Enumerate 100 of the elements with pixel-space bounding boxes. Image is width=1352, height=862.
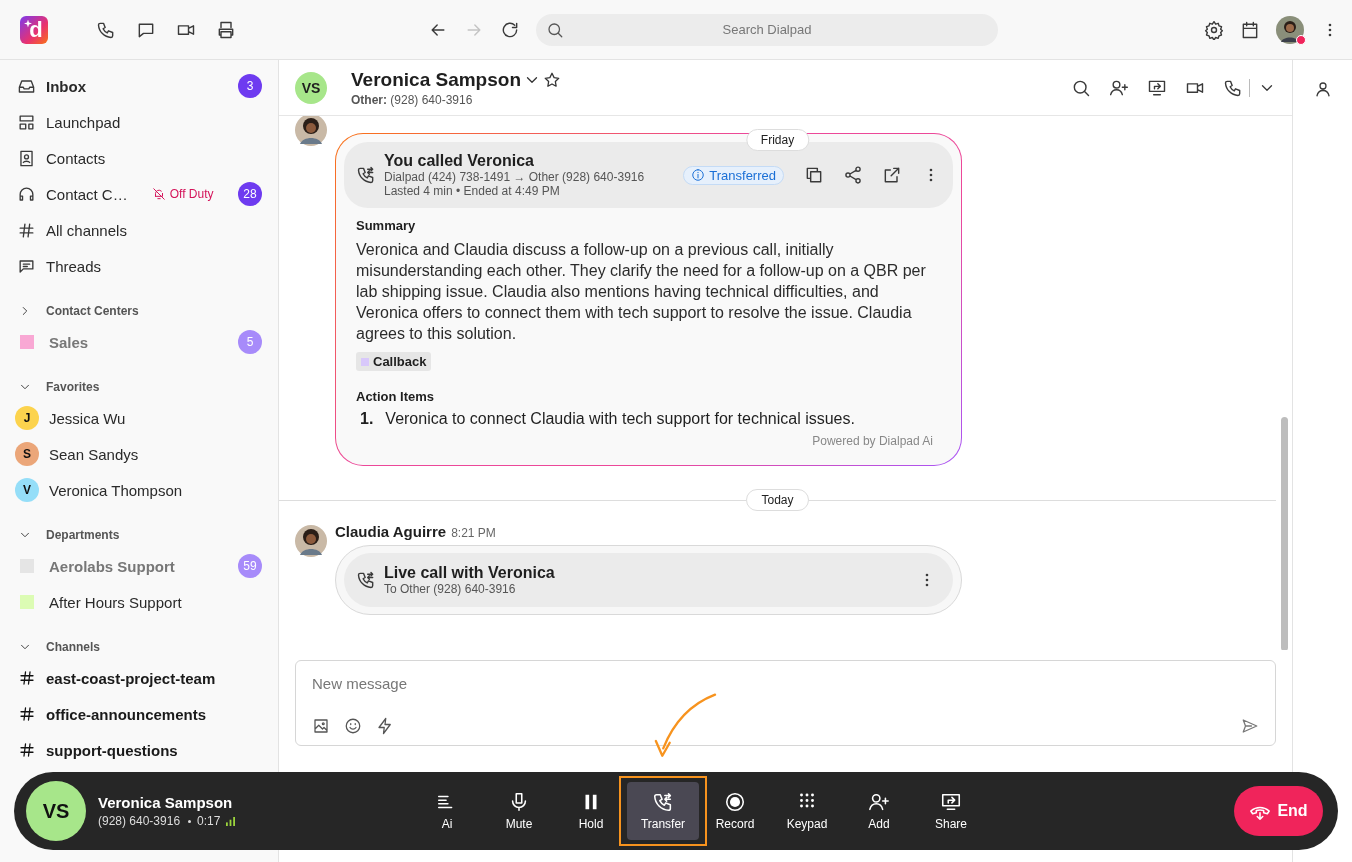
message-time: 8:21 PM (451, 526, 496, 540)
sidebar-item[interactable]: S Sean Sandys (0, 436, 278, 472)
contacts-icon (17, 148, 36, 168)
avatar[interactable] (1276, 15, 1304, 44)
item-label: After Hours Support (49, 593, 182, 611)
initial-avatar: S (15, 442, 39, 466)
send-icon[interactable] (1241, 717, 1259, 735)
section-title: Favorites (46, 380, 100, 394)
add-person-icon (868, 791, 890, 813)
action-item: Veronica to connect Claudia with tech support for technical issues. (385, 410, 855, 428)
settings-icon[interactable] (1204, 19, 1224, 40)
lightning-icon[interactable] (376, 717, 394, 735)
section-title: Departments (46, 528, 120, 542)
item-label: support-questions (46, 741, 178, 759)
badge-label: Transferred (709, 167, 776, 183)
sidebar-item[interactable]: office-announcements (0, 696, 278, 732)
sidebar-item[interactable]: All channels (0, 212, 278, 248)
count-badge: 59 (238, 554, 262, 578)
section-header[interactable]: Channels (0, 634, 278, 660)
date-label: Friday (745, 129, 810, 151)
item-label: east-coast-project-team (46, 669, 216, 687)
section-header[interactable]: Contact Centers (0, 298, 278, 324)
star-icon[interactable] (543, 70, 561, 89)
sidebar-item[interactable]: V Veronica Thompson (0, 472, 278, 508)
sender-name: Claudia Aguirre (335, 523, 447, 540)
share-icon[interactable] (843, 165, 863, 185)
section-header[interactable]: Favorites (0, 374, 278, 400)
sidebar-item[interactable]: Inbox 3 (0, 68, 278, 104)
item-label: Contact C… (46, 185, 128, 203)
item-label: Sales (49, 333, 89, 351)
section-title: Channels (46, 640, 100, 654)
sidebar-item[interactable]: After Hours Support (0, 584, 278, 620)
call-number: To Other (928) 640-3916 (384, 582, 517, 596)
record-icon (724, 791, 746, 813)
initial-avatar: J (15, 406, 39, 430)
call-control-button[interactable]: Keypad (771, 782, 843, 840)
copy-icon[interactable] (804, 165, 824, 185)
summary-text: Veronica and Claudia discuss a follow-up on a previous call, initially misunderstanding each other. They clarify the need for a follow-up on a QBR per lab shipping issue. Claudia also mentions having technical difficulties, and Veronica offers to connect them with tech support to resolve the issue. Claudia agrees to this solution. (356, 240, 927, 344)
live-call-card[interactable]: Live call with Veronica To Other (928) 640-3916 (335, 545, 962, 615)
sidebar-item[interactable]: Sales 5 (0, 324, 278, 360)
tag-label: Callback (373, 354, 427, 369)
item-label: Contacts (46, 149, 106, 167)
item-label: Veronica Thompson (49, 481, 183, 499)
sidebar-item[interactable]: Contacts (0, 140, 278, 176)
call-control-button[interactable]: Ai (411, 782, 483, 840)
hash-icon (18, 669, 36, 687)
section-header[interactable]: Departments (0, 522, 278, 548)
contact-number: Other: (928) 640-3916 (351, 92, 474, 107)
sidebar-item[interactable]: Aerolabs Support 59 (0, 548, 278, 584)
call-title: You called Veronica (384, 152, 535, 170)
transfer-icon (652, 791, 674, 813)
contact-name[interactable]: Veronica Sampson (351, 68, 521, 91)
signal-icon (226, 816, 236, 826)
emoji-icon[interactable] (344, 717, 362, 735)
image-icon[interactable] (312, 717, 330, 735)
end-call-button[interactable]: End (1234, 786, 1323, 836)
app-logo[interactable]: d (20, 15, 48, 44)
section-title: Contact Centers (46, 304, 139, 318)
call-timer: 0:17 (197, 814, 221, 828)
count-badge: 3 (238, 74, 262, 98)
sidebar-item[interactable]: support-questions (0, 732, 278, 768)
scrollbar[interactable] (1281, 417, 1288, 650)
sidebar-item[interactable]: J Jessica Wu (0, 400, 278, 436)
caller-avatar: VS (26, 781, 86, 841)
headset-icon (17, 184, 36, 204)
call-control-button[interactable]: Share (915, 782, 987, 840)
sidebar-item[interactable]: Launchpad (0, 104, 278, 140)
item-label: Aerolabs Support (49, 557, 175, 575)
sidebar-item[interactable]: Contact C… Off Duty 28 (0, 176, 278, 212)
call-control-button[interactable]: Hold (555, 782, 627, 840)
grid-icon (17, 112, 36, 132)
sidebar-item[interactable]: Threads (0, 248, 278, 284)
call-control-button[interactable]: Transfer (627, 782, 699, 840)
call-control-button[interactable]: Mute (483, 782, 555, 840)
search-field[interactable]: Search Dialpad (536, 13, 998, 46)
calendar-icon[interactable] (1240, 19, 1260, 40)
sidebar-item[interactable]: east-coast-project-team (0, 660, 278, 696)
call-control-button[interactable]: Record (699, 782, 771, 840)
call-title: Live call with Veronica (384, 564, 555, 582)
avatar (295, 525, 327, 557)
item-label: office-announcements (46, 705, 207, 723)
status-dot (1296, 34, 1306, 45)
powered-by-label: Powered by Dialpad Ai (812, 434, 933, 448)
person-icon[interactable] (1313, 80, 1332, 98)
item-label: Threads (46, 257, 102, 275)
date-label: Today (746, 489, 809, 511)
avatar (295, 116, 327, 146)
contact-avatar: VS (295, 71, 327, 104)
caller-name: Veronica Sampson (98, 794, 234, 811)
printer-icon[interactable] (216, 19, 236, 40)
item-label: Launchpad (46, 113, 121, 131)
external-link-icon[interactable] (882, 165, 902, 185)
item-number: 1. (360, 410, 374, 428)
section-heading: Action Items (356, 389, 434, 404)
hash-icon (18, 741, 36, 759)
bell-off-icon (151, 187, 166, 201)
section-heading: Summary (356, 218, 416, 233)
hash-icon (18, 705, 36, 723)
call-control-button[interactable]: Add (843, 782, 915, 840)
caller-number: (928) 640-3916 (98, 814, 181, 828)
